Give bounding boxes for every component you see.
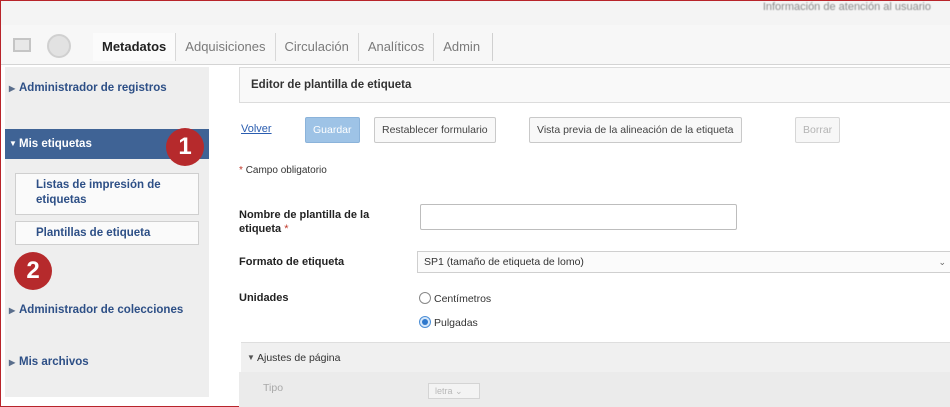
chevron-down-icon: ▼	[9, 139, 17, 148]
unit-option-cm[interactable]: Centímetros	[419, 292, 491, 306]
unit-cm-label: Centímetros	[434, 293, 492, 305]
required-field-note: * Campo obligatorio	[239, 165, 327, 176]
page-settings-label: Ajustes de página	[257, 352, 341, 364]
back-link[interactable]: Volver	[241, 123, 272, 135]
required-star: *	[239, 165, 243, 176]
grid-icon[interactable]	[13, 38, 31, 52]
chevron-down-icon: ⌄	[938, 257, 946, 267]
module-tabs: Metadatos Adquisiciones Circulación Anal…	[93, 33, 494, 61]
chevron-right-icon: ▶	[9, 358, 16, 367]
sidebar-item-label: Mis etiquetas	[19, 138, 92, 150]
chevron-right-icon: ▶	[9, 84, 16, 93]
label-format-label: Formato de etiqueta	[239, 256, 345, 268]
tab-adquisiciones[interactable]: Adquisiciones	[176, 33, 276, 61]
template-name-input[interactable]	[420, 204, 737, 230]
step-badge-2: 2	[14, 252, 52, 290]
sidebar-item-label: Administrador de registros	[19, 82, 167, 94]
tab-metadatos[interactable]: Metadatos	[93, 33, 177, 61]
module-tab-bar: Metadatos Adquisiciones Circulación Anal…	[1, 25, 950, 65]
home-icon[interactable]	[47, 34, 71, 58]
tab-admin[interactable]: Admin	[434, 33, 494, 61]
collapse-triangle-icon: ▼	[247, 353, 255, 362]
sidebar-subitem-label: Plantillas de etiqueta	[36, 227, 151, 239]
unit-in-label: Pulgadas	[434, 317, 478, 329]
sidebar-item-label: Mis archivos	[19, 356, 89, 368]
radio-cm[interactable]	[419, 292, 431, 304]
sidebar: ▶ Administrador de registros ▼ Mis etiqu…	[5, 67, 209, 397]
template-name-label-text: Nombre de plantilla de la etiqueta	[239, 209, 370, 235]
radio-in[interactable]	[419, 316, 431, 328]
unit-option-in[interactable]: Pulgadas	[419, 316, 478, 330]
sidebar-subitem-label: Listas de impresión de etiquetas	[36, 179, 161, 206]
tab-circulacion[interactable]: Circulación	[275, 33, 359, 61]
label-format-value: SP1 (tamaño de etiqueta de lomo)	[424, 256, 584, 268]
sidebar-item-my-files[interactable]: ▶ Mis archivos	[5, 355, 209, 370]
sidebar-item-records-admin[interactable]: ▶ Administrador de registros	[5, 81, 209, 96]
save-button[interactable]: Guardar	[305, 117, 360, 143]
tab-analiticos[interactable]: Analíticos	[358, 33, 435, 61]
reset-form-button[interactable]: Restablecer formulario	[374, 117, 496, 143]
template-name-label: Nombre de plantilla de la etiqueta *	[239, 208, 389, 236]
required-star: *	[284, 223, 289, 235]
label-template-editor: Editor de plantilla de etiqueta Volver G…	[239, 67, 950, 407]
step-badge-1: 1	[166, 128, 204, 166]
sidebar-item-label: Administrador de colecciones	[19, 304, 184, 316]
label-format-select[interactable]: SP1 (tamaño de etiqueta de lomo) ⌄	[417, 251, 950, 273]
top-notice[interactable]: Información de atención al usuario	[763, 1, 931, 13]
page-title: Editor de plantilla de etiqueta	[239, 67, 950, 103]
sidebar-subitem-templates[interactable]: Plantillas de etiqueta	[15, 221, 199, 245]
top-utility-bar: Información de atención al usuario	[1, 1, 950, 25]
page-type-value: letra	[435, 386, 453, 396]
sidebar-item-collections-admin[interactable]: ▶ Administrador de colecciones	[5, 303, 209, 318]
required-note-text: Campo obligatorio	[245, 165, 327, 176]
page-type-label: Tipo	[263, 382, 284, 394]
page-type-select[interactable]: letra ⌄	[428, 383, 480, 399]
units-label: Unidades	[239, 292, 289, 304]
page-settings-section[interactable]: ▼ Ajustes de página	[241, 342, 950, 372]
chevron-right-icon: ▶	[9, 306, 16, 315]
page-type-row: Tipo letra ⌄	[239, 372, 950, 407]
sidebar-subitem-print-lists[interactable]: Listas de impresión de etiquetas	[15, 173, 199, 215]
delete-button[interactable]: Borrar	[795, 117, 841, 143]
preview-alignment-button[interactable]: Vista previa de la alineación de la etiq…	[529, 117, 742, 143]
